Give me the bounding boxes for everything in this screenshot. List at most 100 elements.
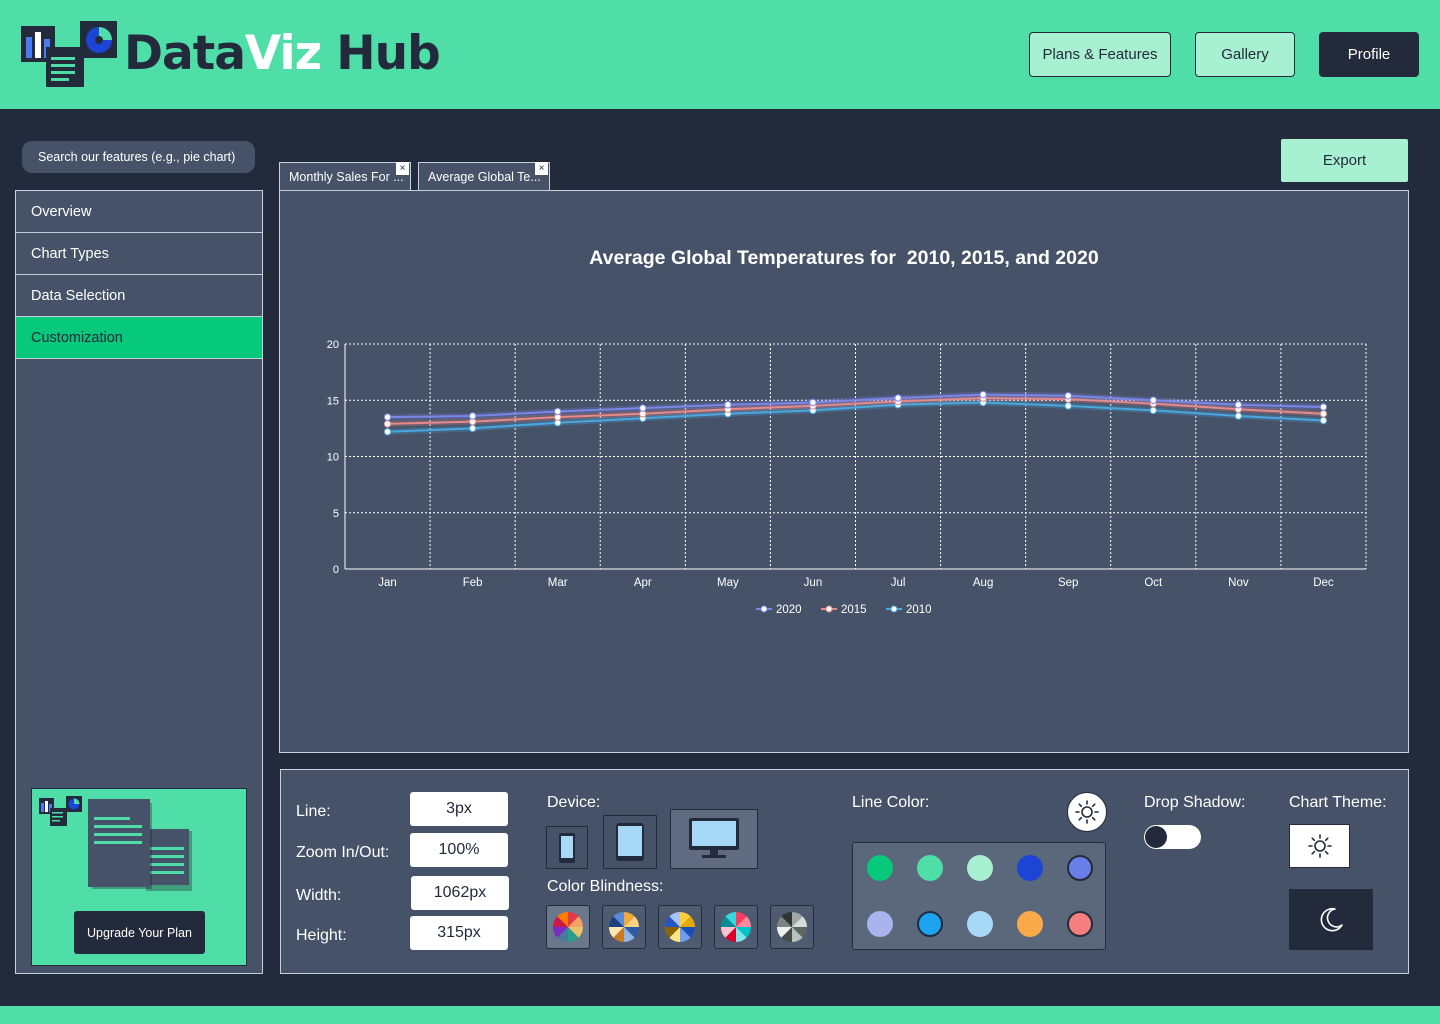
color-wheel-icon (665, 912, 695, 942)
x-tick-label: Nov (1228, 577, 1249, 589)
line-chart: 0 5 10 15 20 Jan Feb Mar Apr May Jun Jul Aug Sep Oct No… (327, 339, 1367, 616)
zoom-input[interactable]: 100% (410, 833, 508, 867)
chart-theme-label: Chart Theme: (1289, 794, 1387, 811)
sun-icon (1307, 834, 1332, 858)
y-tick-label: 0 (333, 564, 339, 576)
x-tick-label: Aug (973, 577, 993, 589)
color-blindness-tritanopia-button[interactable] (714, 905, 758, 949)
data-point[interactable] (809, 398, 817, 407)
data-point[interactable] (383, 413, 392, 421)
sidebar-item-chart-types[interactable]: Chart Types (16, 233, 262, 275)
device-tablet-button[interactable] (603, 815, 657, 869)
x-tick-label: Sep (1058, 577, 1078, 589)
data-point[interactable] (383, 420, 392, 428)
data-point[interactable] (1149, 406, 1157, 415)
sidebar-item-overview[interactable]: Overview (16, 191, 262, 233)
tab-average-global-temperatures[interactable]: Average Global Te... (418, 162, 550, 190)
drop-shadow-toggle[interactable] (1144, 825, 1201, 849)
line-color-label: Line Color: (852, 794, 930, 811)
search-input[interactable]: Search our features (e.g., pie chart) (22, 141, 255, 173)
sidebar-item-customization[interactable]: Customization (16, 317, 262, 359)
logo-text: DataViz Hub (124, 26, 441, 81)
y-tick-label: 20 (327, 339, 339, 351)
y-tick-label: 15 (327, 395, 339, 407)
logo-icon (20, 20, 120, 88)
top-header: DataViz Hub Plans & Features Gallery Pro… (0, 0, 1440, 109)
gallery-button[interactable]: Gallery (1195, 32, 1295, 77)
color-swatch[interactable] (967, 855, 993, 881)
legend-item[interactable]: 2015 (821, 604, 867, 616)
data-point[interactable] (383, 428, 392, 436)
data-point[interactable] (1234, 412, 1243, 420)
chart-grid (344, 343, 1367, 570)
chart-panel: Average Global Temperatures for 2010, 20… (279, 190, 1409, 753)
sun-ray (1078, 803, 1083, 808)
sun-ray (1078, 816, 1083, 821)
color-swatch[interactable] (867, 855, 893, 881)
x-tick-label: Apr (634, 577, 652, 589)
data-point[interactable] (724, 401, 732, 409)
data-point[interactable] (894, 394, 902, 402)
color-swatch[interactable] (867, 911, 893, 937)
device-phone-button[interactable] (546, 826, 588, 869)
data-point[interactable] (1064, 402, 1072, 410)
profile-button[interactable]: Profile (1319, 32, 1419, 77)
tab-close-icon[interactable]: × (535, 162, 548, 175)
legend-item[interactable]: 2020 (756, 604, 802, 616)
documents-icon (88, 799, 192, 891)
theme-dark-button[interactable] (1289, 889, 1373, 950)
data-point[interactable] (1234, 401, 1243, 409)
color-wheel-icon (777, 912, 807, 942)
export-button[interactable]: Export (1281, 139, 1408, 182)
upgrade-plan-button[interactable]: Upgrade Your Plan (74, 911, 205, 954)
color-blindness-protanopia-button[interactable] (602, 905, 646, 949)
zoom-label: Zoom In/Out: (296, 844, 390, 861)
tab-monthly-sales[interactable]: Monthly Sales For ... (279, 162, 411, 190)
sun-ray (1310, 837, 1315, 842)
legend-label: 2015 (841, 604, 867, 616)
upgrade-logo-icon (39, 796, 82, 826)
sun-ray (1091, 816, 1096, 821)
data-point[interactable] (468, 412, 477, 420)
x-tick-label: Jul (891, 577, 906, 589)
data-point[interactable] (554, 407, 562, 416)
theme-light-button[interactable] (1289, 824, 1350, 868)
x-tick-label: Oct (1144, 577, 1163, 589)
sidebar: Overview Chart Types Data Selection Cust… (15, 190, 263, 974)
tab-close-icon[interactable]: × (396, 162, 409, 175)
data-point[interactable] (468, 424, 477, 433)
data-point[interactable] (1064, 392, 1072, 400)
x-tick-label: Feb (463, 577, 483, 589)
data-point[interactable] (1149, 396, 1157, 404)
data-point[interactable] (639, 404, 647, 412)
color-blindness-monochrome-button[interactable] (770, 905, 814, 949)
sun-ray (1310, 850, 1315, 855)
data-point[interactable] (1319, 410, 1328, 418)
line-width-input[interactable]: 3px (410, 792, 508, 826)
color-swatch[interactable] (1017, 911, 1043, 937)
sun-core (1313, 840, 1326, 852)
data-point[interactable] (979, 390, 987, 399)
color-swatch[interactable] (1067, 855, 1093, 881)
color-blindness-deuteranopia-button[interactable] (658, 905, 702, 949)
color-swatch[interactable] (1067, 911, 1093, 937)
sun-ray (1324, 837, 1329, 842)
line-color-brightness-button[interactable] (1067, 792, 1107, 832)
sidebar-item-data-selection[interactable]: Data Selection (16, 275, 262, 317)
data-point[interactable] (1319, 403, 1328, 411)
plans-features-button[interactable]: Plans & Features (1029, 32, 1171, 77)
legend-item[interactable]: 2010 (886, 604, 932, 616)
width-input[interactable]: 1062px (411, 876, 509, 910)
sun-icon (1075, 800, 1099, 824)
tablet-icon (616, 823, 644, 861)
color-swatch[interactable] (917, 911, 943, 937)
sun-ray (1324, 850, 1329, 855)
color-swatch[interactable] (1017, 855, 1043, 881)
color-blindness-normal-button[interactable] (546, 905, 590, 949)
data-point[interactable] (1319, 416, 1328, 425)
height-input[interactable]: 315px (410, 916, 508, 950)
device-desktop-button[interactable] (670, 809, 758, 869)
color-blindness-label: Color Blindness: (547, 878, 664, 895)
color-swatch[interactable] (917, 855, 943, 881)
color-swatch[interactable] (967, 911, 993, 937)
